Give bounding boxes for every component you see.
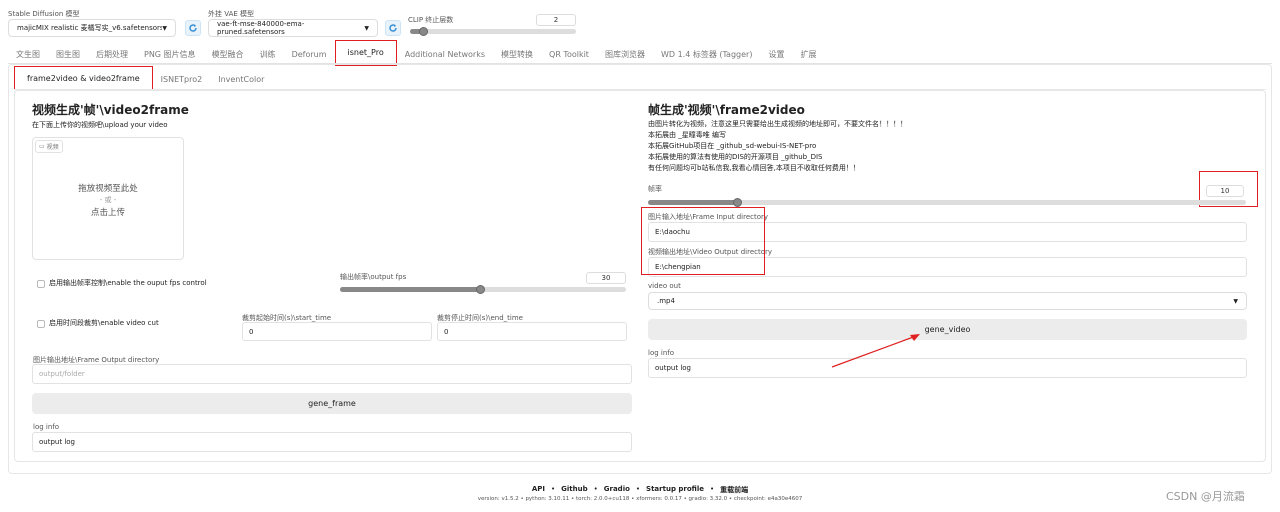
vae-select[interactable]: vae-ft-mse-840000-ema-pruned.safetensors… <box>208 19 378 37</box>
main-tabs: 文生图 图生图 后期处理 PNG 图片信息 模型融合 训练 Deforum isnet_Pro… <box>8 39 824 66</box>
upload-subtitle: 在下面上传你的视频吧\upload your video <box>32 121 168 129</box>
sd-model-label: Stable Diffusion 模型 <box>8 10 80 18</box>
output-fps-label: 输出帧率\output fps <box>340 273 407 281</box>
footer-sep: • <box>593 485 598 493</box>
tab-1[interactable]: 图生图 <box>48 44 88 64</box>
sd-model-value: majicMIX realistic 麦橘写实_v6.safetensors [… <box>17 24 163 32</box>
footer-links: API • Github • Gradio • Startup profile • 重载前端 <box>0 485 1280 495</box>
subtab-2[interactable]: InventColor <box>210 69 272 90</box>
subtab-0[interactable]: frame2video & video2frame <box>14 66 153 90</box>
video-out-select[interactable]: .mp4 ▼ <box>648 292 1247 310</box>
footer-link-4[interactable]: 重载前端 <box>720 485 748 495</box>
sd-model-select[interactable]: majicMIX realistic 麦橘写实_v6.safetensors [… <box>8 19 176 37</box>
tab-8[interactable]: Additional Networks <box>397 44 493 64</box>
left-log-output: output log <box>32 432 632 452</box>
video-out-value: .mp4 <box>657 297 675 305</box>
clip-slider[interactable] <box>410 29 576 34</box>
footer-link-2[interactable]: Gradio <box>604 485 630 495</box>
chevron-down-icon: ▼ <box>162 24 167 32</box>
watermark: CSDN @月流霜 <box>1166 490 1245 503</box>
start-time-input[interactable]: 0 <box>242 322 432 341</box>
footer-sep: • <box>710 485 715 493</box>
fps-control-checkbox-row[interactable]: 启用输出帧率控制\enable the ouput fps control <box>37 278 207 289</box>
tab-9[interactable]: 模型转换 <box>493 44 541 64</box>
right-description: 由图片转化为视频，注意这里只需要给出生成视频的地址即可，不要文件名！！！！ 本拓… <box>648 119 907 174</box>
output-fps-slider-knob[interactable] <box>475 285 485 294</box>
tab-6[interactable]: Deforum <box>284 44 335 64</box>
desc-line: 本拓展使用的算法有使用的DIS的开源项目 _github_DIS <box>648 153 823 161</box>
video-cut-checkbox-row[interactable]: 启用时间段裁剪\enable video cut <box>37 318 159 329</box>
refresh-sd-button[interactable] <box>185 20 201 36</box>
desc-line: 有任何问题均可b站私信我,我看心情回答,本项目不收取任何费用！！ <box>648 164 860 172</box>
video-cut-label: 启用时间段裁剪\enable video cut <box>49 319 159 327</box>
desc-line: 由图片转化为视频，注意这里只需要给出生成视频的地址即可，不要文件名！！！！ <box>648 120 907 128</box>
video-upload-area[interactable]: ▭ 视频 拖放视频至此处 - 或 - 点击上传 <box>32 137 184 260</box>
frame-output-input[interactable]: output/folder <box>32 364 632 384</box>
red-arrow-annotation <box>831 334 920 368</box>
tab-0[interactable]: 文生图 <box>8 44 48 64</box>
drop-text: 拖放视频至此处 <box>78 184 138 194</box>
clip-slider-knob[interactable] <box>418 27 428 36</box>
version-info: version: v1.5.2 • python: 3.10.11 • torc… <box>477 496 803 502</box>
subtab-1[interactable]: ISNETpro2 <box>153 69 211 90</box>
chevron-down-icon: ▼ <box>1233 297 1238 305</box>
end-time-input[interactable]: 0 <box>437 322 627 341</box>
dir-highlight-box <box>641 207 765 275</box>
video-cut-checkbox[interactable] <box>37 319 45 328</box>
output-fps-slider-fill <box>340 287 481 292</box>
tab-2[interactable]: 后期处理 <box>88 44 136 64</box>
footer-sep: • <box>551 485 556 493</box>
gene-frame-button[interactable]: gene_frame <box>32 393 632 414</box>
gene-video-button[interactable]: gene_video <box>648 319 1247 340</box>
vae-label: 外挂 VAE 模型 <box>208 10 255 18</box>
chevron-down-icon: ▼ <box>364 24 369 32</box>
refresh-icon <box>189 24 197 32</box>
right-title: 帧生成'视频'\frame2video <box>648 103 805 117</box>
fps-slider-fill <box>648 200 738 205</box>
fps-label: 帧率 <box>648 185 662 193</box>
footer-sep: • <box>635 485 641 493</box>
vae-value: vae-ft-mse-840000-ema-pruned.safetensors <box>217 20 305 36</box>
sub-tabs: frame2video & video2frame ISNETpro2 Invent… <box>14 66 272 90</box>
tab-11[interactable]: 图库浏览器 <box>597 44 653 64</box>
fps-control-label: 启用输出帧率控制\enable the ouput fps control <box>49 279 207 287</box>
right-log-label: log info <box>648 349 675 357</box>
video-out-label: video out <box>648 282 681 290</box>
refresh-vae-button[interactable] <box>385 20 401 36</box>
fps-control-checkbox[interactable] <box>37 279 45 288</box>
footer-link-0[interactable]: API <box>532 485 545 495</box>
right-log-output: output log <box>648 358 1247 378</box>
desc-line: 本拓展GitHub项目在 _github_sd-webui-IS-NET-pro <box>648 142 817 150</box>
tab-10[interactable]: QR Toolkit <box>541 44 597 64</box>
clip-number-input[interactable]: 2 <box>536 14 576 26</box>
footer-link-3[interactable]: Startup profile <box>646 485 704 495</box>
tab-3[interactable]: PNG 图片信息 <box>136 44 204 64</box>
tab-13[interactable]: 设置 <box>760 44 792 64</box>
output-fps-input[interactable]: 30 <box>586 272 626 284</box>
tab-5[interactable]: 训练 <box>252 44 284 64</box>
tab-4[interactable]: 模型融合 <box>204 44 252 64</box>
or-text: - 或 - <box>99 196 117 204</box>
click-upload-text: 点击上传 <box>90 208 125 218</box>
video-tag: ▭ 视频 <box>35 140 63 153</box>
tab-14[interactable]: 扩展 <box>792 44 824 64</box>
tab-12[interactable]: WD 1.4 标签器 (Tagger) <box>653 44 761 64</box>
left-log-label: log info <box>33 423 60 431</box>
video-camera-icon: ▭ <box>39 143 45 150</box>
clip-label: CLIP 终止层数 <box>408 16 454 24</box>
left-title: 视频生成'帧'\video2frame <box>32 103 189 117</box>
desc-line: 本拓展由 _星瞳毒唯 编写 <box>648 131 726 139</box>
tab-7[interactable]: isnet_Pro <box>334 39 397 66</box>
refresh-icon <box>389 24 397 32</box>
footer-link-1[interactable]: Github <box>561 485 587 495</box>
